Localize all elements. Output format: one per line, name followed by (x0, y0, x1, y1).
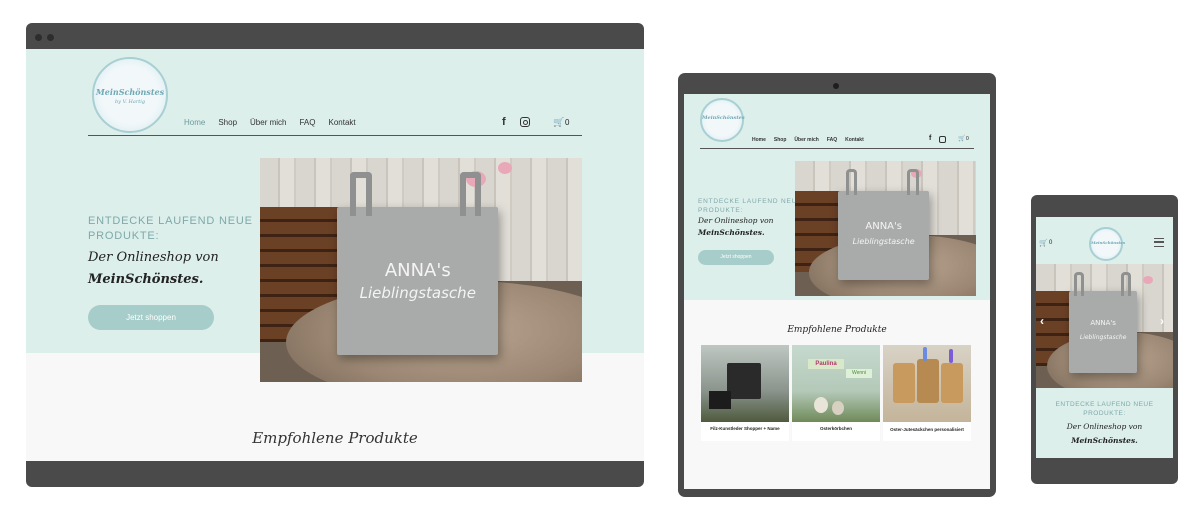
phone-headline-line2: PRODUKTE: (1083, 410, 1126, 417)
product-image-jutesaeckchen (883, 345, 971, 422)
nav-item-kontakt[interactable]: Kontakt (329, 118, 356, 127)
tablet-cart-icon[interactable]: 🛒 (958, 135, 965, 142)
facebook-icon[interactable]: f (502, 116, 506, 128)
main-nav: Home Shop Über mich FAQ Kontakt (184, 118, 356, 127)
phone-hero-subline: Der Onlineshop von MeinSchönstes. (1036, 420, 1173, 448)
phone-hero-headline: ENTDECKE LAUFEND NEUE PRODUKTE: (1036, 400, 1173, 418)
bag-label-text: Lieblingstasche (359, 284, 476, 303)
product-card[interactable]: Paulina Wenni Osterkörbchen (792, 345, 880, 441)
tablet-mockup: MeinSchönstes Home Shop Über mich FAQ Ko… (678, 73, 996, 497)
tablet-nav: Home Shop Über mich FAQ Kontakt (752, 137, 864, 143)
instagram-icon[interactable] (520, 117, 530, 127)
tablet-nav-ueber-mich[interactable]: Über mich (794, 137, 818, 143)
product-name: Filz-Kunstleder Shopper + Name (710, 426, 780, 431)
basket-name-label: Wenni (846, 369, 872, 378)
tablet-bag-label-text: Lieblingstasche (852, 237, 915, 247)
product-image-osterkoerbchen: Paulina Wenni (792, 345, 880, 422)
featured-title: Empfohlene Produkte (252, 429, 418, 447)
hero-sub-line2: MeinSchönstes. (88, 272, 204, 287)
hero-subline: Der Onlineshop von MeinSchönstes. (88, 247, 219, 291)
logo-sub-text: by V. Hartig (114, 99, 146, 105)
logo-main-text: MeinSchönstes (95, 87, 165, 97)
hero-headline: ENTDECKE LAUFEND NEUE PRODUKTE: (88, 214, 253, 244)
nav-item-home[interactable]: Home (184, 118, 205, 127)
desktop-mockup: MeinSchönstes by V. Hartig Home Shop Übe… (26, 23, 644, 487)
tablet-nav-home[interactable]: Home (752, 137, 766, 143)
tablet-brand-logo[interactable]: MeinSchönstes (700, 98, 745, 142)
tablet-headline-line1: ENTDECKE LAUFEND NEUE (698, 198, 803, 205)
tablet-nav-faq[interactable]: FAQ (827, 137, 837, 143)
product-name: Osterkörbchen (819, 426, 852, 431)
chevron-left-icon[interactable]: ‹ (1040, 314, 1044, 328)
hero-headline-line2: PRODUKTE: (88, 230, 160, 242)
phone-cart-icon[interactable]: 🛒 (1039, 239, 1048, 247)
phone-headline-line1: ENTDECKE LAUFEND NEUE (1055, 401, 1154, 408)
product-card[interactable]: Filz-Kunstleder Shopper + Name (701, 345, 789, 441)
tablet-logo-text: MeinSchönstes (702, 115, 745, 121)
nav-item-faq[interactable]: FAQ (299, 118, 315, 127)
shop-now-button[interactable]: Jetzt shoppen (88, 305, 214, 330)
header-divider (88, 135, 582, 136)
desktop-screen: MeinSchönstes by V. Hartig Home Shop Übe… (26, 49, 644, 461)
phone-bag-label-text: Lieblingstasche (1079, 333, 1127, 341)
basket-name-label: Paulina (808, 359, 844, 369)
tablet-cart-count: 0 (966, 136, 969, 142)
camera-dot (833, 83, 839, 89)
nav-item-shop[interactable]: Shop (218, 118, 237, 127)
brand-logo[interactable]: MeinSchönstes by V. Hartig (92, 57, 168, 133)
tablet-hero-image: ANNA's Lieblingstasche (795, 161, 976, 296)
tablet-hero-subline: Der Onlineshop von MeinSchönstes. (698, 215, 773, 239)
tablet-bag-name-text: ANNA's (865, 220, 902, 232)
phone-cart-count: 0 (1049, 240, 1053, 246)
chevron-right-icon[interactable]: › (1160, 314, 1164, 328)
tablet-nav-kontakt[interactable]: Kontakt (845, 137, 864, 143)
phone-sub-line1: Der Onlineshop von (1066, 422, 1143, 431)
phone-mockup: 🛒 0 MeinSchönstes ANNA's Lieblingstasche… (1031, 195, 1178, 484)
hamburger-icon[interactable] (1154, 238, 1164, 247)
tablet-header-divider (700, 148, 974, 149)
hero-sub-line1: Der Onlineshop von (88, 250, 219, 265)
product-name: Oster-Jutesäckchen personalisiert (890, 427, 964, 432)
hero-image: ANNA's Lieblingstasche (260, 158, 582, 382)
hero-headline-line1: ENTDECKE LAUFEND NEUE (88, 215, 253, 227)
tablet-sub-line2: MeinSchönstes. (698, 228, 765, 237)
phone-hero-slider[interactable]: ANNA's Lieblingstasche ‹ › (1036, 264, 1173, 388)
window-dot (47, 34, 54, 41)
window-dot (35, 34, 42, 41)
tablet-nav-shop[interactable]: Shop (774, 137, 787, 143)
phone-sub-line2: MeinSchönstes. (1071, 436, 1138, 445)
tablet-facebook-icon[interactable]: f (929, 135, 931, 142)
tablet-instagram-icon[interactable] (939, 136, 946, 143)
tablet-sub-line1: Der Onlineshop von (698, 216, 774, 225)
phone-brand-logo[interactable]: MeinSchönstes (1089, 227, 1126, 261)
cart-count: 0 (565, 118, 570, 127)
product-image-shopper (701, 345, 789, 422)
phone-logo-text: MeinSchönstes (1091, 240, 1126, 245)
product-card[interactable]: Oster-Jutesäckchen personalisiert (883, 345, 971, 441)
tablet-headline-line2: PRODUKTE: (698, 207, 744, 214)
phone-bag-name-text: ANNA's (1090, 319, 1116, 328)
nav-item-ueber-mich[interactable]: Über mich (250, 118, 286, 127)
tablet-hero-headline: ENTDECKE LAUFEND NEUE PRODUKTE: (698, 197, 802, 215)
tablet-screen: MeinSchönstes Home Shop Über mich FAQ Ko… (684, 94, 990, 489)
phone-screen: 🛒 0 MeinSchönstes ANNA's Lieblingstasche… (1036, 217, 1173, 458)
cart-icon[interactable]: 🛒 (553, 117, 564, 128)
tablet-shop-now-button[interactable]: Jetzt shoppen (698, 250, 774, 265)
bag-name-text: ANNA's (384, 260, 451, 282)
tablet-featured-title: Empfohlene Produkte (787, 325, 887, 335)
